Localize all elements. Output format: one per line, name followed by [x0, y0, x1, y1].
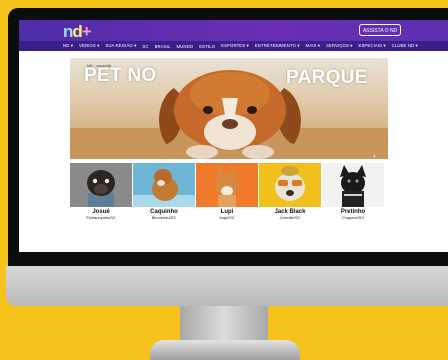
logo-plus: + — [81, 22, 92, 41]
nav-item-clube-nd[interactable]: CLUBE ND ▾ — [392, 43, 418, 49]
nav-item-esportes[interactable]: ESPORTES ▾ — [221, 43, 249, 49]
logo-letter-d: d — [72, 22, 82, 41]
pet-card[interactable]: Caquinho Blumenau/SC — [133, 163, 195, 223]
site-header: n d + ASSISTA O ND — [19, 20, 448, 41]
nav-item-servicos[interactable]: SERVIÇOS ▾ — [326, 43, 352, 49]
monitor-chin — [6, 266, 448, 306]
nav-item-mais[interactable]: MAIS ▾ — [306, 43, 320, 49]
pet-city: Joinville/SC — [279, 215, 301, 220]
pet-card[interactable]: Josué Florianópolis/SC — [70, 163, 132, 223]
nav-item-videos[interactable]: VÍDEOS ▾ — [79, 43, 99, 49]
pet-photo — [322, 163, 384, 207]
hero-next-arrow[interactable]: › — [373, 152, 376, 160]
pet-card[interactable]: Jack Black Joinville/SC — [259, 163, 321, 223]
browser-screen: n d + ASSISTA O ND ND ▾ VÍDEOS ▾ SUA REGIÃ… — [19, 20, 448, 252]
hero-banner[interactable]: ND · especial PET NO PARQUE › — [70, 58, 388, 159]
hero-title-right: PARQUE — [286, 67, 368, 88]
pet-photo — [196, 163, 258, 207]
nav-item-nd[interactable]: ND ▾ — [63, 43, 73, 49]
logo-letter-n: n — [63, 22, 73, 41]
nav-item-estilo[interactable]: ESTILO — [199, 44, 215, 49]
main-nav: ND ▾ VÍDEOS ▾ SUA REGIÃO ▾ SC BRASIL MUN… — [19, 41, 448, 51]
nav-item-sc[interactable]: SC — [142, 44, 148, 49]
pet-city: Chapecó/SC — [341, 215, 365, 220]
nav-item-sua-regiao[interactable]: SUA REGIÃO ▾ — [105, 43, 136, 49]
monitor-stand-base — [150, 340, 300, 360]
pet-city: Blumenau/SC — [151, 215, 177, 220]
pet-photo — [70, 163, 132, 207]
pet-city: Florianópolis/SC — [86, 215, 116, 220]
nav-item-entretenimento[interactable]: ENTRETENIMENTO ▾ — [255, 43, 300, 49]
nav-item-mundo[interactable]: MUNDO — [176, 44, 193, 49]
site-logo[interactable]: n d + — [63, 21, 92, 41]
nav-item-brasil[interactable]: BRASIL — [155, 44, 171, 49]
pet-card-list: Josué Florianópolis/SC Caquinho Blumenau… — [70, 163, 384, 223]
watch-tv-button[interactable]: ASSISTA O ND — [359, 24, 401, 36]
pet-card[interactable]: Pretinho Chapecó/SC — [322, 163, 384, 223]
pet-photo — [259, 163, 321, 207]
pet-card[interactable]: Lupi Itajaí/SC — [196, 163, 258, 223]
pet-city: Itajaí/SC — [219, 215, 235, 220]
nav-item-especiais[interactable]: ESPECIAIS ▾ — [359, 43, 386, 49]
pet-photo — [133, 163, 195, 207]
hero-title-left: PET NO — [84, 65, 157, 86]
